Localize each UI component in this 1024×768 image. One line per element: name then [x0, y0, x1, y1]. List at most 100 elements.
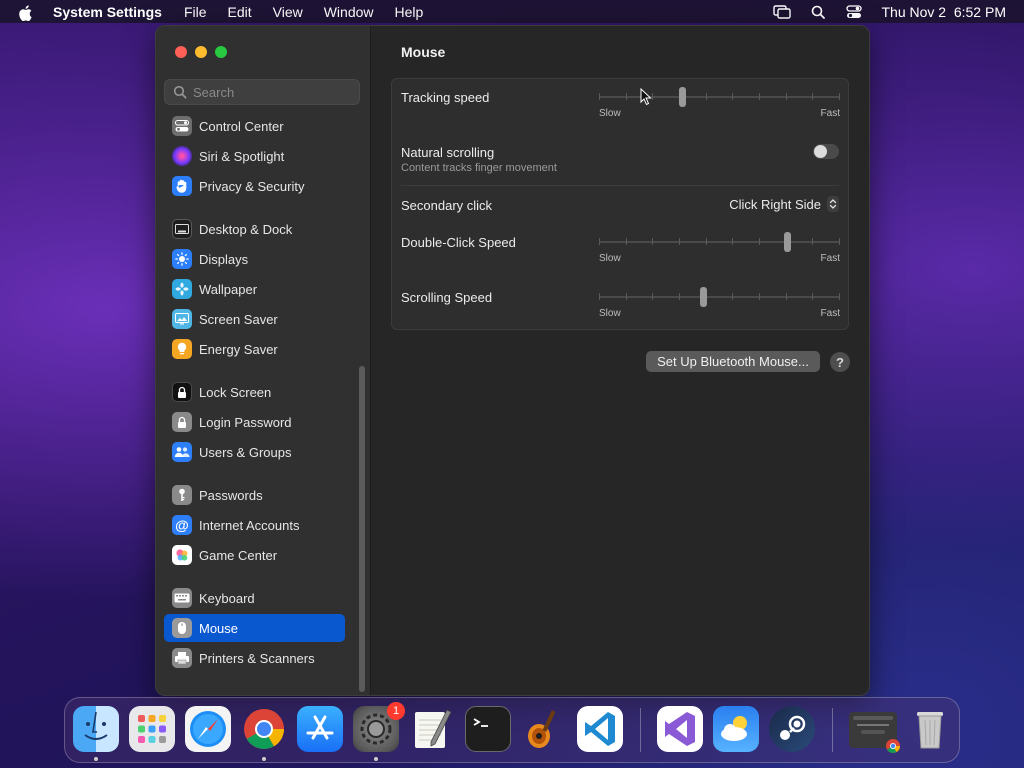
secondary-click-value: Click Right Side — [729, 196, 821, 212]
scrolling-speed-label: Scrolling Speed — [401, 290, 493, 305]
weather-icon[interactable] — [713, 706, 759, 752]
running-indicator — [94, 757, 98, 761]
safari-icon[interactable] — [185, 706, 231, 752]
siri-icon — [172, 146, 192, 166]
sidebar-item-users-groups[interactable]: Users & Groups — [164, 438, 345, 466]
vscode-icon[interactable] — [577, 706, 623, 752]
sidebar-item-label: Lock Screen — [199, 384, 272, 400]
page-title: Mouse — [401, 44, 446, 60]
menu-view[interactable]: View — [273, 4, 303, 20]
scrolling-speed-slider[interactable]: Slow Fast — [599, 287, 840, 319]
sidebar-item-label: Privacy & Security — [199, 178, 305, 194]
sidebar-item-passwords[interactable]: Passwords — [164, 481, 345, 509]
zoom-button[interactable] — [215, 46, 227, 58]
slider-knob[interactable] — [679, 87, 686, 107]
window-controls — [175, 46, 227, 58]
help-button[interactable]: ? — [830, 352, 850, 372]
apple-icon[interactable] — [19, 4, 33, 21]
key-icon — [172, 485, 192, 505]
mouse-cursor — [640, 87, 652, 111]
guitar-icon[interactable] — [521, 706, 567, 752]
slider-tick — [759, 238, 760, 245]
natural-scrolling-label: Natural scrolling — [401, 145, 495, 160]
sidebar-item-siri-spotlight[interactable]: Siri & Spotlight — [164, 142, 345, 170]
natural-scrolling-toggle[interactable] — [813, 144, 839, 159]
sidebar-item-login-password[interactable]: Login Password — [164, 408, 345, 436]
bulb-icon — [172, 339, 192, 359]
app-store-icon[interactable] — [297, 706, 343, 752]
menu-help[interactable]: Help — [395, 4, 424, 20]
sidebar-scrollbar[interactable] — [359, 366, 365, 692]
slider-knob[interactable] — [700, 287, 707, 307]
slider-min-label: Slow — [599, 253, 621, 264]
tracking-speed-label: Tracking speed — [401, 90, 490, 105]
system-settings-icon[interactable]: 1 — [353, 702, 405, 752]
sidebar: Control Center Siri & Spotlight Privacy … — [156, 26, 371, 695]
slider-tick — [599, 238, 600, 245]
running-indicator — [262, 757, 266, 761]
sidebar-item-wallpaper[interactable]: Wallpaper — [164, 275, 345, 303]
chrome-window-icon[interactable] — [849, 712, 900, 753]
slider-max-label: Fast — [820, 253, 840, 264]
slider-tick — [732, 93, 733, 100]
tracking-speed-slider[interactable]: Slow Fast — [599, 87, 840, 119]
menu-bar: System Settings File Edit View Window He… — [0, 0, 1024, 23]
sidebar-item-desktop-dock[interactable]: Desktop & Dock — [164, 215, 345, 243]
mouse-icon — [172, 618, 192, 638]
double-click-speed-slider[interactable]: Slow Fast — [599, 232, 840, 264]
sidebar-item-printers-scanners[interactable]: Printers & Scanners — [164, 644, 345, 672]
menu-file[interactable]: File — [184, 4, 207, 20]
sidebar-item-screen-saver[interactable]: Screen Saver — [164, 305, 345, 333]
sidebar-item-keyboard[interactable]: Keyboard — [164, 584, 345, 612]
set-up-bluetooth-mouse-button[interactable]: Set Up Bluetooth Mouse... — [646, 351, 820, 372]
finder-icon[interactable] — [73, 706, 119, 752]
menu-edit[interactable]: Edit — [228, 4, 252, 20]
search-input[interactable] — [193, 84, 353, 100]
slider-knob[interactable] — [784, 232, 791, 252]
launchpad-icon[interactable] — [129, 706, 175, 752]
sidebar-item-displays[interactable]: Displays — [164, 245, 345, 273]
sidebar-item-control-center[interactable]: Control Center — [164, 114, 345, 140]
slider-tick — [839, 93, 840, 100]
menubar-clock[interactable]: Thu Nov 2 6:52 PM — [881, 4, 1006, 20]
steam-icon[interactable] — [769, 706, 815, 752]
sidebar-item-label: Displays — [199, 251, 249, 267]
slider-tick — [706, 93, 707, 100]
menu-window[interactable]: Window — [324, 4, 374, 20]
users-icon — [172, 442, 192, 462]
dock: 1 — [64, 697, 960, 763]
chrome-icon[interactable] — [241, 706, 287, 752]
screen-saver-icon — [172, 309, 192, 329]
slider-tick — [759, 93, 760, 100]
minimize-button[interactable] — [195, 46, 207, 58]
secondary-click-popup[interactable]: Click Right Side — [729, 196, 839, 212]
search-field[interactable] — [164, 79, 360, 105]
slider-max-label: Fast — [820, 308, 840, 319]
sidebar-item-privacy-security[interactable]: Privacy & Security — [164, 172, 345, 200]
textedit-icon[interactable] — [409, 706, 455, 752]
sidebar-item-mouse[interactable]: Mouse — [164, 614, 345, 642]
sidebar-item-energy-saver[interactable]: Energy Saver — [164, 335, 345, 363]
slider-tick — [839, 238, 840, 245]
trash-icon[interactable] — [907, 706, 953, 752]
spotlight-search-icon[interactable] — [809, 4, 827, 20]
slider-tick — [706, 238, 707, 245]
sidebar-item-label: Users & Groups — [199, 444, 292, 460]
visual-studio-icon[interactable] — [657, 706, 703, 752]
at-icon: @ — [172, 515, 192, 535]
printer-icon — [172, 648, 192, 668]
control-center-icon — [172, 116, 192, 136]
slider-tick — [732, 293, 733, 300]
slider-max-label: Fast — [820, 108, 840, 119]
sidebar-item-game-center[interactable]: Game Center — [164, 541, 345, 569]
screen-mirroring-icon[interactable] — [773, 4, 792, 20]
terminal-icon[interactable] — [465, 706, 511, 752]
menu-app-name[interactable]: System Settings — [53, 4, 162, 20]
sidebar-item-lock-screen[interactable]: Lock Screen — [164, 378, 345, 406]
secondary-click-label: Secondary click — [401, 198, 493, 213]
sidebar-item-internet-accounts[interactable]: @ Internet Accounts — [164, 511, 345, 539]
divider — [401, 185, 839, 186]
control-center-menu-icon[interactable] — [845, 4, 863, 20]
close-button[interactable] — [175, 46, 187, 58]
dock-separator — [640, 708, 641, 752]
